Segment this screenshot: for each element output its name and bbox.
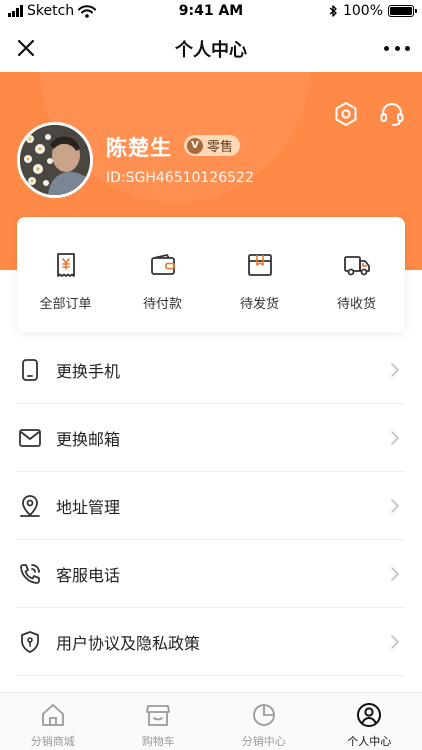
order-label: 全部订单	[39, 297, 92, 312]
chevron-right-icon	[391, 499, 400, 513]
menu-label: 更换手机	[56, 362, 121, 381]
order-pending-shipment[interactable]: 待发货	[211, 217, 308, 332]
user-id: ID:SGH46510126522	[106, 170, 254, 186]
menu-label: 更换邮箱	[56, 430, 121, 449]
box-icon	[247, 254, 272, 276]
menu-privacy-policy[interactable]: 用户协议及隐私政策	[0, 608, 422, 676]
truck-icon	[343, 256, 370, 276]
tab-label: 分销中心	[241, 735, 286, 748]
order-pending-payment[interactable]: 待付款	[114, 217, 211, 332]
menu-label: 客服电话	[56, 566, 121, 585]
tab-label: 分销商城	[30, 735, 75, 748]
order-pending-receipt[interactable]: 待收货	[308, 217, 405, 332]
status-right: 100%	[329, 3, 417, 19]
tab-bar: 分销商城 购物车 分销中心 个人中心	[0, 692, 422, 750]
badge-label: 零售	[207, 140, 234, 155]
menu-address[interactable]: 地址管理	[0, 472, 422, 540]
chevron-right-icon	[391, 567, 400, 581]
pie-chart-icon	[252, 704, 275, 726]
page-title: 个人中心	[175, 40, 247, 61]
wallet-icon	[150, 254, 175, 275]
more-icon[interactable]	[384, 36, 410, 60]
home-icon	[41, 704, 64, 726]
menu-change-email[interactable]: 更换邮箱	[0, 404, 422, 472]
user-name: 陈楚生	[106, 136, 172, 160]
chevron-right-icon	[391, 635, 400, 649]
phone-icon	[22, 359, 38, 381]
tab-distribution[interactable]: 分销中心	[211, 693, 317, 750]
menu-change-phone[interactable]: 更换手机	[0, 336, 422, 404]
shield-icon	[21, 631, 39, 653]
tab-mall[interactable]: 分销商城	[0, 693, 106, 750]
membership-badge: V 零售	[184, 135, 241, 156]
menu-service-phone[interactable]: 客服电话	[0, 540, 422, 608]
status-bar: Sketch 9:41 AM 100%	[0, 0, 422, 24]
tab-cart[interactable]: 购物车	[106, 693, 212, 750]
order-label: 待收货	[336, 297, 376, 312]
battery-percent: 100%	[342, 3, 383, 19]
tab-label: 购物车	[141, 735, 175, 748]
location-pin-icon	[20, 495, 40, 517]
bluetooth-icon	[329, 5, 337, 17]
nav-bar: 个人中心	[0, 24, 422, 72]
avatar-photo	[20, 125, 90, 195]
tab-label: 个人中心	[347, 735, 392, 748]
tab-profile[interactable]: 个人中心	[317, 693, 422, 750]
headset-icon[interactable]	[378, 100, 406, 128]
order-status-card: 全部订单 待付款 待发货 待收货	[17, 217, 405, 332]
avatar[interactable]	[17, 122, 93, 198]
vip-icon: V	[187, 137, 203, 154]
order-label: 待发货	[239, 297, 279, 312]
menu-label: 地址管理	[56, 498, 121, 517]
mail-icon	[19, 429, 41, 447]
user-icon	[357, 703, 382, 727]
menu-label: 用户协议及隐私政策	[56, 634, 201, 653]
receipt-yen-icon	[56, 253, 75, 277]
order-label: 待付款	[142, 297, 182, 312]
chevron-right-icon	[391, 363, 400, 377]
chevron-right-icon	[391, 431, 400, 445]
phone-call-icon	[20, 564, 40, 584]
settings-menu: 更换手机 更换邮箱 地址管理 客服电话 用户协议及隐私政策	[0, 336, 422, 676]
order-all[interactable]: 全部订单	[17, 217, 114, 332]
store-icon	[146, 705, 171, 726]
settings-icon[interactable]	[332, 100, 360, 128]
battery-icon	[388, 5, 417, 17]
